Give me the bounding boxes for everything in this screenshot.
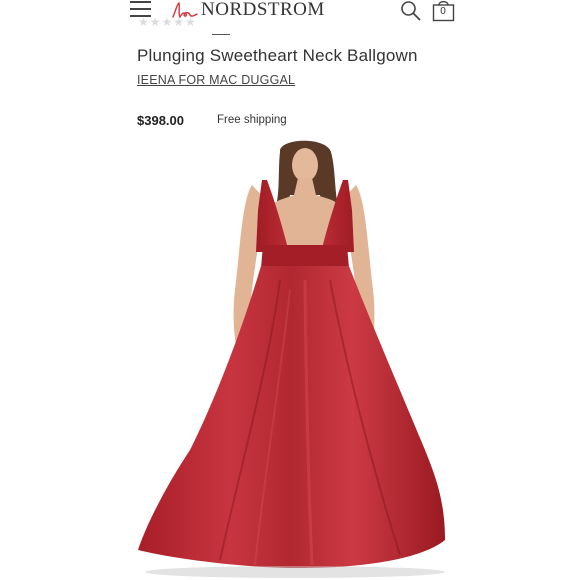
shopping-bag-icon[interactable]: 0 [432, 0, 456, 22]
rating-stars[interactable]: ★★★★★ [138, 15, 197, 29]
title-divider [212, 34, 230, 35]
brand-link[interactable]: IEENA FOR MAC DUGGAL [137, 73, 295, 87]
product-page: NORDSTROM 0 ★★★★★ Plunging Sweetheart Ne… [0, 0, 580, 580]
site-header: NORDSTROM 0 ★★★★★ [0, 0, 580, 29]
search-icon[interactable] [400, 0, 422, 22]
product-title: Plunging Sweetheart Neck Ballgown [137, 46, 418, 65]
logo-text: NORDSTROM [201, 0, 325, 20]
bag-count: 0 [440, 6, 446, 17]
product-image[interactable] [130, 140, 460, 580]
product-price: $398.00 [137, 113, 184, 128]
shipping-info: Free shipping [217, 114, 287, 126]
